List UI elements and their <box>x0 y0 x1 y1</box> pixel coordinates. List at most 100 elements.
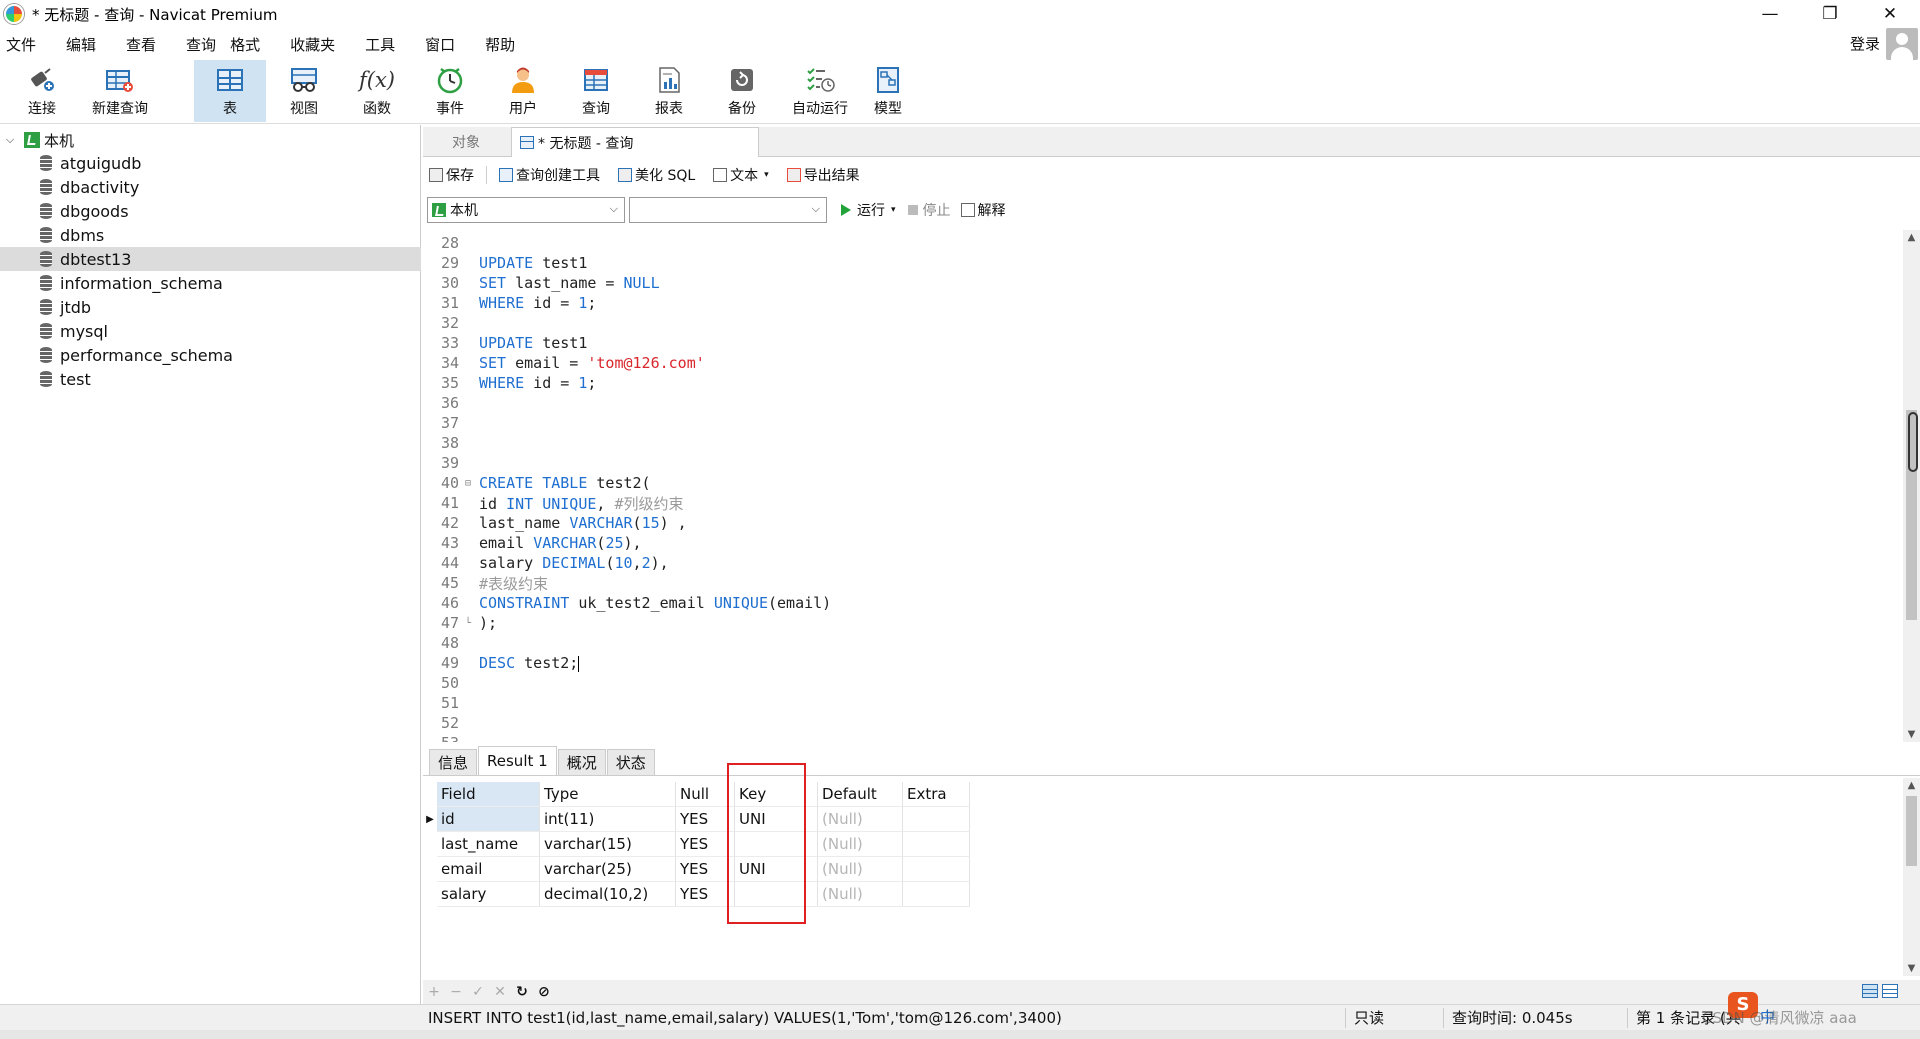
grid-cell[interactable]: email <box>437 857 540 882</box>
menu-query[interactable]: 查询 <box>186 34 216 55</box>
dropdown-arrow-icon[interactable]: ▾ <box>764 170 769 180</box>
code-line[interactable]: 30 SET last_name = NULL <box>423 273 1903 293</box>
sql-editor[interactable]: 28 29 UPDATE test1 30 SET last_name = NULL 31… <box>423 230 1903 742</box>
grid-cell[interactable]: varchar(15) <box>540 832 676 857</box>
function-button[interactable]: f(x) 函数 <box>341 60 413 122</box>
grid-cell[interactable] <box>903 832 970 857</box>
db-item[interactable]: dbgoods <box>0 199 421 223</box>
code-line[interactable]: 46 CONSTRAINT uk_test2_email UNIQUE(email… <box>423 593 1903 613</box>
code-line[interactable]: 32 <box>423 313 1903 333</box>
fold-marker-icon[interactable]: └ <box>465 618 479 629</box>
restore-button[interactable]: ❐ <box>1800 0 1860 28</box>
grid-cell[interactable] <box>903 807 970 832</box>
code-line[interactable]: 49 DESC test2; <box>423 653 1903 673</box>
db-item-selected[interactable]: dbtest13 <box>0 247 421 271</box>
code-line[interactable]: 34 SET email = 'tom@126.com' <box>423 353 1903 373</box>
grid-cell[interactable]: last_name <box>437 832 540 857</box>
menu-window[interactable]: 窗口 <box>425 34 455 55</box>
db-item[interactable]: dbms <box>0 223 421 247</box>
delete-record-button[interactable]: − <box>445 984 467 1000</box>
menu-view[interactable]: 查看 <box>126 34 156 55</box>
add-record-button[interactable]: + <box>423 984 445 1000</box>
column-header[interactable]: Field <box>437 782 540 807</box>
grid-cell[interactable]: salary <box>437 882 540 907</box>
backup-button[interactable]: 备份 <box>706 60 778 122</box>
db-item[interactable]: dbactivity <box>0 175 421 199</box>
scroll-down-icon[interactable]: ▼ <box>1903 963 1920 974</box>
db-item[interactable]: atguigudb <box>0 151 421 175</box>
user-button[interactable]: 用户 <box>487 60 559 122</box>
code-line[interactable]: 37 <box>423 413 1903 433</box>
code-line[interactable]: 39 <box>423 453 1903 473</box>
report-button[interactable]: 报表 <box>633 60 705 122</box>
grid-cell[interactable] <box>903 882 970 907</box>
new-query-button[interactable]: 新建查询 <box>80 60 160 122</box>
menu-file[interactable]: 文件 <box>6 34 36 55</box>
table-row[interactable]: last_name varchar(15) YES (Null) <box>423 832 970 857</box>
tree-root-connection[interactable]: ⌵ 本机 <box>0 129 74 151</box>
code-line[interactable]: 40 ⊟ CREATE TABLE test2( <box>423 473 1903 493</box>
event-button[interactable]: 事件 <box>414 60 486 122</box>
model-button[interactable]: 模型 <box>852 60 924 122</box>
minimize-button[interactable]: — <box>1740 0 1800 28</box>
code-line[interactable]: 35 WHERE id = 1; <box>423 373 1903 393</box>
apply-changes-button[interactable]: ✓ <box>467 984 489 1000</box>
code-line[interactable]: 48 <box>423 633 1903 653</box>
refresh-button[interactable]: ↻ <box>511 984 533 1000</box>
grid-cell[interactable]: id <box>437 807 540 832</box>
connection-select[interactable]: 本机 ⌵ <box>427 197 625 223</box>
tab-objects[interactable]: 对象 <box>423 127 509 157</box>
run-button[interactable]: 运行 ▾ <box>841 200 896 220</box>
menu-favorites[interactable]: 收藏夹 <box>290 34 335 55</box>
code-line[interactable]: 45 #表级约束 <box>423 573 1903 593</box>
explain-button[interactable]: 解释 <box>951 200 1006 220</box>
grid-cell[interactable] <box>903 857 970 882</box>
code-line[interactable]: 53 <box>423 733 1903 742</box>
code-line[interactable]: 42 last_name VARCHAR(15) , <box>423 513 1903 533</box>
query-builder-button[interactable]: 查询创建工具 <box>493 165 600 185</box>
db-item[interactable]: information_schema <box>0 271 421 295</box>
code-line[interactable]: 29 UPDATE test1 <box>423 253 1903 273</box>
db-item[interactable]: mysql <box>0 319 421 343</box>
menu-help[interactable]: 帮助 <box>485 34 515 55</box>
code-line[interactable]: 36 <box>423 393 1903 413</box>
scroll-up-icon[interactable]: ▲ <box>1903 780 1920 791</box>
menu-format[interactable]: 格式 <box>230 34 260 55</box>
grid-cell[interactable]: int(11) <box>540 807 676 832</box>
db-item[interactable]: jtdb <box>0 295 421 319</box>
code-line[interactable]: 33 UPDATE test1 <box>423 333 1903 353</box>
grid-cell[interactable]: decimal(10,2) <box>540 882 676 907</box>
stop-button[interactable]: 停止 <box>896 200 951 220</box>
close-button[interactable]: ✕ <box>1860 0 1920 28</box>
scroll-down-icon[interactable]: ▼ <box>1903 729 1920 740</box>
table-button[interactable]: 表 <box>194 60 266 122</box>
code-line[interactable]: 31 WHERE id = 1; <box>423 293 1903 313</box>
beautify-sql-button[interactable]: 美化 SQL <box>612 165 695 185</box>
query-button[interactable]: 查询 <box>560 60 632 122</box>
grid-cell[interactable]: (Null) <box>818 832 903 857</box>
column-header[interactable]: Default <box>818 782 903 807</box>
table-row[interactable]: email varchar(25) YES UNI (Null) <box>423 857 970 882</box>
column-header[interactable]: Type <box>540 782 676 807</box>
grid-view-icon[interactable] <box>1862 984 1878 998</box>
fold-marker-icon[interactable]: ⊟ <box>465 478 479 489</box>
code-line[interactable]: 44 salary DECIMAL(10,2), <box>423 553 1903 573</box>
code-line[interactable]: 38 <box>423 433 1903 453</box>
code-line[interactable]: 50 <box>423 673 1903 693</box>
grid-cell[interactable]: (Null) <box>818 857 903 882</box>
grid-cell[interactable]: (Null) <box>818 807 903 832</box>
tab-query[interactable]: * 无标题 - 查询 <box>511 127 759 157</box>
database-select[interactable]: ⌵ <box>629 197 827 223</box>
grid-cell[interactable]: varchar(25) <box>540 857 676 882</box>
stop-loading-button[interactable]: ⊘ <box>533 984 555 1000</box>
save-button[interactable]: 保存 <box>423 165 474 185</box>
text-button[interactable]: 文本 ▾ <box>707 165 769 185</box>
code-line[interactable]: 41 id INT UNIQUE, #列级约束 <box>423 493 1903 513</box>
table-row[interactable]: ▶ id int(11) YES UNI (Null) <box>423 807 970 832</box>
avatar[interactable] <box>1886 28 1918 60</box>
login-link[interactable]: 登录 <box>1850 30 1880 58</box>
menu-tools[interactable]: 工具 <box>365 34 395 55</box>
column-header[interactable]: Extra <box>903 782 970 807</box>
db-item[interactable]: performance_schema <box>0 343 421 367</box>
menu-edit[interactable]: 编辑 <box>66 34 96 55</box>
